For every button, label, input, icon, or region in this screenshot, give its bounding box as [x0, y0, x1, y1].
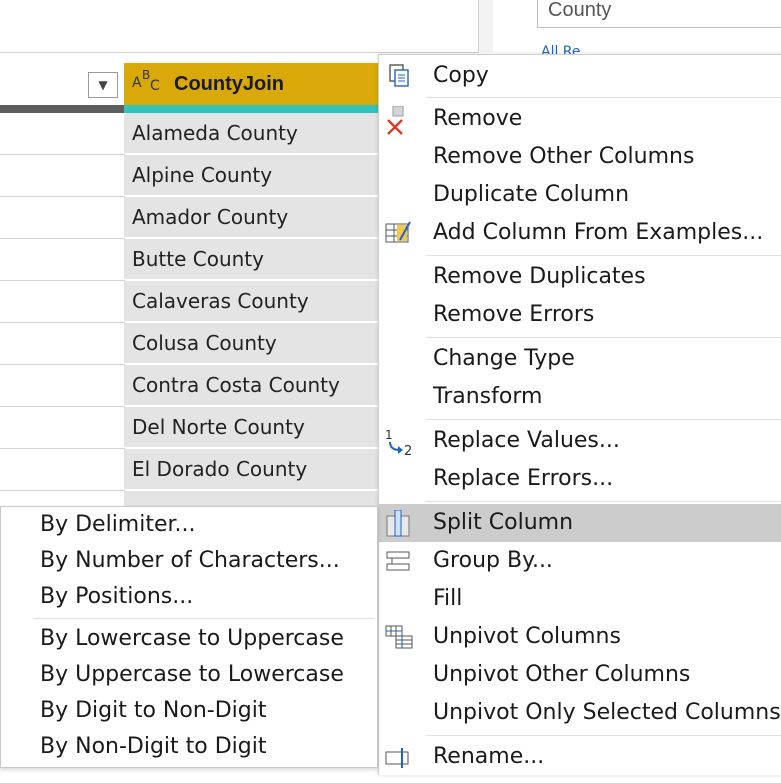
- menu-separator: [34, 618, 374, 619]
- table-cell[interactable]: [0, 155, 125, 197]
- submenu-item-by-uppercase-to-lowercase[interactable]: By Uppercase to Lowercase: [40, 657, 344, 693]
- table-cell[interactable]: [0, 281, 125, 323]
- table-row[interactable]: Alpine County: [124, 155, 379, 196]
- countyjoin-column-header[interactable]: A B C CountyJoin: [124, 63, 379, 105]
- menu-item-label: Replace Errors...: [433, 466, 614, 491]
- menu-item-fill[interactable]: Fill: [378, 580, 781, 618]
- menu-item-label: Remove Duplicates: [433, 264, 646, 289]
- menu-item-replace-values[interactable]: 1 2 Replace Values...: [378, 422, 781, 460]
- menu-item-change-type[interactable]: Change Type: [378, 340, 781, 378]
- menu-separator: [426, 97, 781, 98]
- menu-item-label: Split Column: [433, 510, 574, 535]
- table-row[interactable]: Colusa County: [124, 323, 379, 364]
- replace-values-icon: 1 2: [384, 428, 412, 459]
- table-row[interactable]: El Dorado County: [124, 449, 379, 490]
- submenu-item-by-lowercase-to-uppercase[interactable]: By Lowercase to Uppercase: [40, 621, 344, 657]
- table-row[interactable]: Butte County: [124, 239, 379, 280]
- copy-icon: [384, 63, 412, 89]
- menu-item-copy[interactable]: Copy: [378, 57, 781, 95]
- menu-item-label: Remove Other Columns: [433, 144, 695, 169]
- table-row[interactable]: Del Norte County: [124, 407, 379, 448]
- menu-separator: [426, 501, 781, 502]
- group-by-icon: [384, 548, 412, 574]
- menu-item-label: Transform: [433, 384, 543, 409]
- table-cell[interactable]: [0, 323, 125, 365]
- menu-item-label: Unpivot Only Selected Columns: [433, 700, 781, 725]
- menu-item-label: Add Column From Examples...: [433, 220, 764, 245]
- submenu-item-by-digit-to-non-digit[interactable]: By Digit to Non-Digit: [40, 693, 267, 729]
- menu-item-remove-errors[interactable]: Remove Errors: [378, 296, 781, 334]
- menu-item-unpivot-only-selected-columns[interactable]: Unpivot Only Selected Columns: [378, 694, 781, 732]
- rename-icon: [384, 744, 412, 770]
- menu-item-remove-other-columns[interactable]: Remove Other Columns: [378, 138, 781, 176]
- column-quality-bar: [124, 105, 379, 113]
- menu-item-rename[interactable]: Rename...: [378, 738, 781, 776]
- menu-item-label: Group By...: [433, 548, 553, 573]
- menu-item-label: Duplicate Column: [433, 182, 630, 207]
- table-cell[interactable]: [0, 113, 125, 155]
- table-row[interactable]: Contra Costa County: [124, 365, 379, 406]
- table-cell[interactable]: [0, 365, 125, 407]
- menu-item-remove-duplicates[interactable]: Remove Duplicates: [378, 258, 781, 296]
- menu-item-label: Copy: [433, 63, 489, 88]
- table-cell[interactable]: [0, 449, 125, 491]
- svg-text:2: 2: [404, 444, 412, 456]
- column-filter-dropdown[interactable]: ▼: [88, 72, 118, 98]
- column-quality-bar: [0, 105, 124, 113]
- menu-item-label: Change Type: [433, 346, 575, 371]
- submenu-item-by-delimiter[interactable]: By Delimiter...: [40, 507, 196, 543]
- submenu-item-by-number-of-characters[interactable]: By Number of Characters...: [40, 543, 340, 579]
- search-input[interactable]: County: [537, 0, 781, 28]
- menu-item-unpivot-other-columns[interactable]: Unpivot Other Columns: [378, 656, 781, 694]
- menu-item-label: Unpivot Columns: [433, 624, 621, 649]
- menu-separator: [426, 419, 781, 420]
- menu-item-transform[interactable]: Transform: [378, 378, 781, 416]
- menu-separator: [426, 337, 781, 338]
- menu-item-label: Fill: [433, 586, 463, 611]
- remove-column-icon: [384, 105, 412, 135]
- column-header-label: CountyJoin: [174, 72, 284, 95]
- table-cell[interactable]: [0, 197, 125, 239]
- submenu-item-by-positions[interactable]: By Positions...: [40, 579, 193, 615]
- unpivot-icon: [384, 624, 413, 650]
- submenu-item-by-non-digit-to-digit[interactable]: By Non-Digit to Digit: [40, 729, 267, 765]
- table-row[interactable]: Amador County: [124, 197, 379, 238]
- table-cell[interactable]: [0, 407, 125, 449]
- svg-text:1: 1: [385, 428, 393, 442]
- panel-divider: [479, 0, 493, 52]
- menu-item-add-column-from-examples[interactable]: Add Column From Examples...: [378, 214, 781, 252]
- table-row[interactable]: Calaveras County: [124, 281, 379, 322]
- split-column-icon: [384, 509, 412, 537]
- menu-item-replace-errors[interactable]: Replace Errors...: [378, 460, 781, 498]
- text-type-icon[interactable]: A B C: [132, 68, 168, 99]
- chevron-down-icon: ▼: [98, 78, 108, 92]
- add-column-examples-icon: [384, 220, 412, 246]
- menu-item-label: Replace Values...: [433, 428, 620, 453]
- menu-item-label: Remove: [433, 106, 523, 131]
- menu-item-group-by[interactable]: Group By...: [378, 542, 781, 580]
- menu-item-remove[interactable]: Remove: [378, 100, 781, 138]
- menu-separator: [426, 735, 781, 736]
- menu-item-label: Rename...: [433, 744, 545, 769]
- menu-item-label: Remove Errors: [433, 302, 595, 327]
- menu-separator: [426, 255, 781, 256]
- table-row[interactable]: Alameda County: [124, 113, 379, 154]
- menu-item-unpivot-columns[interactable]: Unpivot Columns: [378, 618, 781, 656]
- menu-item-label: Unpivot Other Columns: [433, 662, 691, 687]
- table-cell[interactable]: [0, 239, 125, 281]
- query-settings-panel: [0, 0, 479, 53]
- menu-item-duplicate-column[interactable]: Duplicate Column: [378, 176, 781, 214]
- menu-item-split-column[interactable]: Split Column: [378, 504, 781, 542]
